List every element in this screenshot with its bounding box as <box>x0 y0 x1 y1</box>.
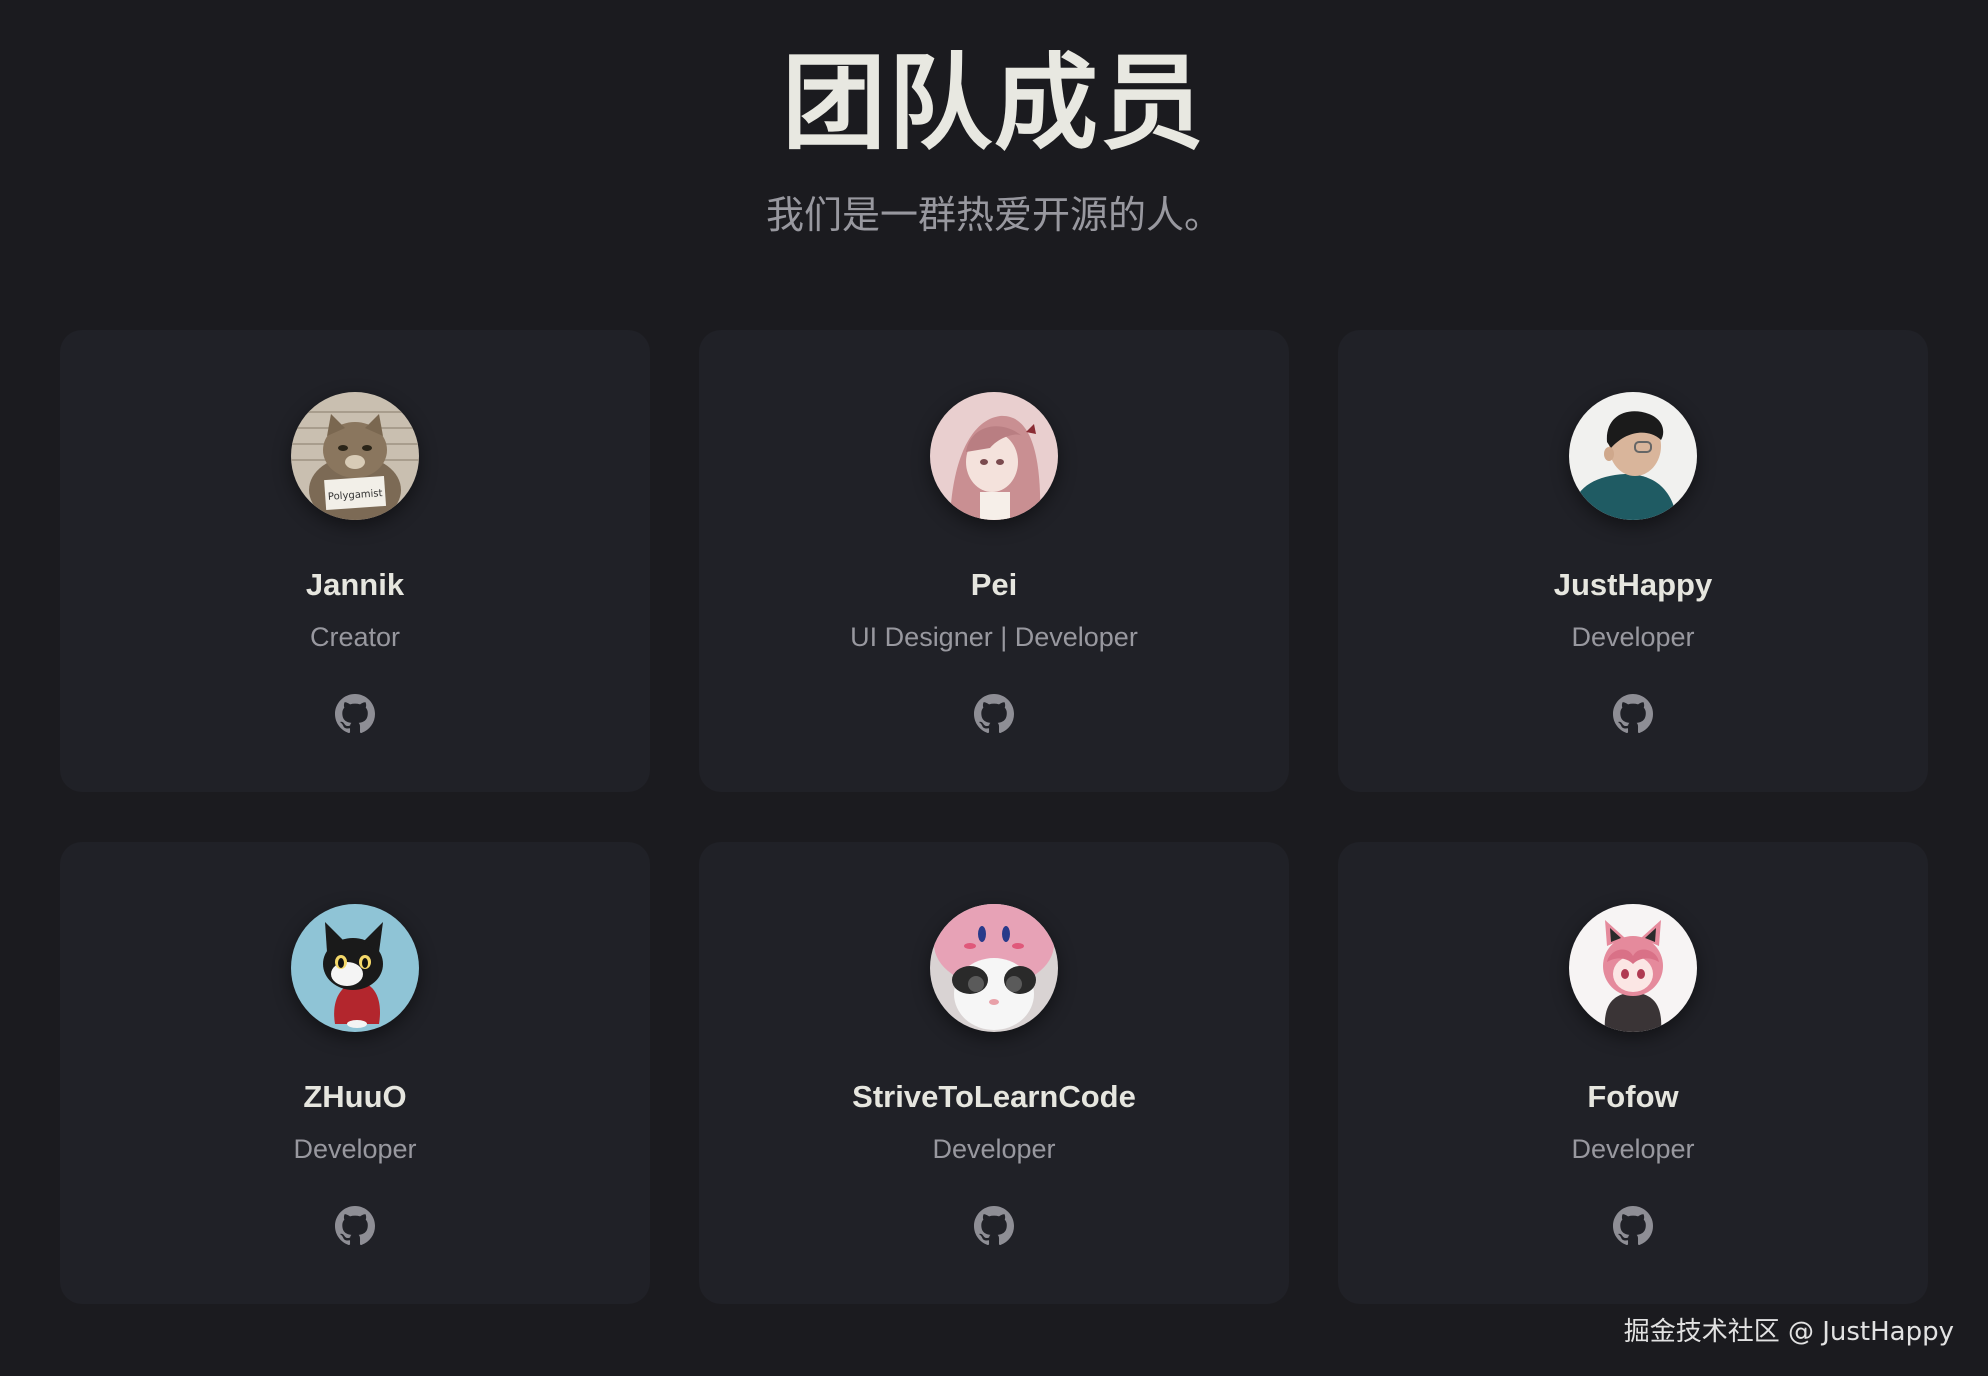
cartoon-cat-avatar <box>291 904 419 1032</box>
member-card: StriveToLearnCode Developer <box>699 842 1289 1304</box>
team-members-grid: Polygamist Jannik Creator Pei UI Designe… <box>60 330 1928 1304</box>
member-role: Developer <box>932 1134 1056 1164</box>
member-role: Developer <box>1571 622 1695 652</box>
watermark: 掘金技术社区 @ JustHappy <box>1623 1317 1954 1347</box>
member-name: Pei <box>970 567 1018 602</box>
github-icon[interactable] <box>972 692 1016 736</box>
github-icon[interactable] <box>972 1204 1016 1248</box>
member-card: Fofow Developer <box>1338 842 1928 1304</box>
member-name: Jannik <box>305 567 405 602</box>
github-icon[interactable] <box>1611 692 1655 736</box>
member-card: ZHuuO Developer <box>60 842 650 1304</box>
page-subtitle: 我们是一群热爱开源的人。 <box>765 193 1222 237</box>
anime-catgirl-avatar <box>1569 904 1697 1032</box>
member-card: Polygamist Jannik Creator <box>60 330 650 792</box>
member-name: Fofow <box>1587 1079 1679 1114</box>
member-card: JustHappy Developer <box>1338 330 1928 792</box>
member-role: Creator <box>309 622 401 652</box>
page-title: 团队成员 <box>781 42 1206 164</box>
page-header: 团队成员 我们是一群热爱开源的人。 <box>0 40 1988 238</box>
member-role: Developer <box>293 1134 417 1164</box>
anime-girl-avatar <box>930 392 1058 520</box>
github-icon[interactable] <box>333 1204 377 1248</box>
member-name: ZHuuO <box>303 1079 407 1114</box>
member-card: Pei UI Designer | Developer <box>699 330 1289 792</box>
github-icon[interactable] <box>1611 1204 1655 1248</box>
github-icon[interactable] <box>333 692 377 736</box>
cat-in-pink-hat-avatar <box>930 904 1058 1032</box>
cat-mugshot-avatar: Polygamist <box>291 392 419 520</box>
member-role: Developer <box>1571 1134 1695 1164</box>
member-name: JustHappy <box>1553 567 1713 602</box>
member-role: UI Designer | Developer <box>850 622 1138 652</box>
member-name: StriveToLearnCode <box>852 1079 1136 1114</box>
person-photo-avatar <box>1569 392 1697 520</box>
